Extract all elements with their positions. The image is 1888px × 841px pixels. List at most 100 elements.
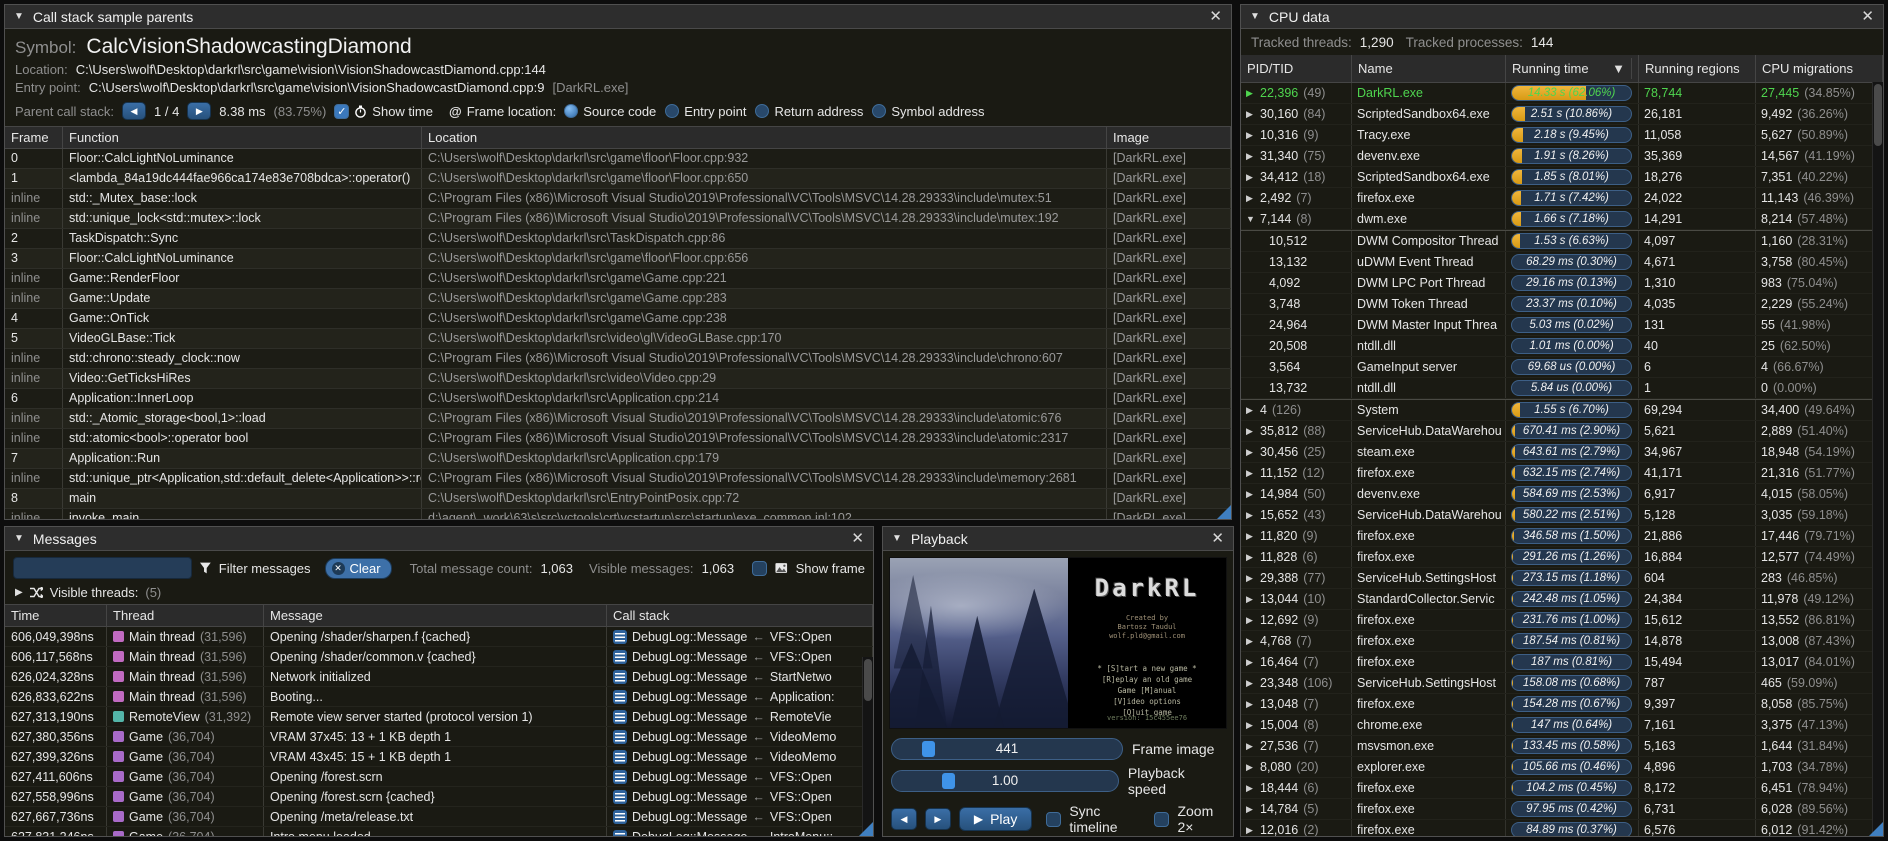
cpu-process-row[interactable]: ▶22,396(49)DarkRL.exe14.33 s (62.06%)78,… <box>1241 83 1883 104</box>
message-row[interactable]: 627,411,606nsGame(36,704)Opening /forest… <box>5 767 873 787</box>
cpu-process-row[interactable]: ▶4,768(7)firefox.exe187.54 ms (0.81%)14,… <box>1241 631 1883 652</box>
frame-location-option[interactable]: Return address <box>755 104 863 119</box>
callstack-row[interactable]: inlineinvoke_maind:\agent\_work\63\s\src… <box>5 509 1231 520</box>
callstack-row[interactable]: inlinestd::unique_ptr<Application,std::d… <box>5 469 1231 489</box>
messages-scrollbar[interactable] <box>862 657 873 834</box>
cpu-process-row[interactable]: ▶12,692(9)firefox.exe231.76 ms (1.00%)15… <box>1241 610 1883 631</box>
sync-timeline-checkbox[interactable] <box>1046 812 1061 827</box>
column-header[interactable]: CPU migrations <box>1756 55 1883 82</box>
radio-button[interactable] <box>564 104 578 118</box>
close-icon[interactable]: ✕ <box>1861 9 1874 24</box>
radio-button[interactable] <box>665 104 679 118</box>
cpu-process-row[interactable]: ▶15,652(43)ServiceHub.DataWarehou580.22 … <box>1241 505 1883 526</box>
cpu-process-row[interactable]: ▶34,412(18)ScriptedSandbox64.exe1.85 s (… <box>1241 167 1883 188</box>
cpu-process-row[interactable]: ▶8,080(20)explorer.exe105.66 ms (0.46%)4… <box>1241 757 1883 778</box>
expand-icon[interactable]: ▶ <box>1246 573 1255 584</box>
callstack-cell[interactable]: DebugLog::Message←VFS::Open <box>607 767 873 786</box>
expand-icon[interactable]: ▶ <box>1246 552 1255 563</box>
scrollbar-thumb[interactable] <box>1874 84 1882 146</box>
cpu-process-row[interactable]: ▶14,984(50)devenv.exe584.69 ms (2.53%)6,… <box>1241 484 1883 505</box>
playback-speed-slider[interactable]: 1.00 <box>891 770 1119 792</box>
message-row[interactable]: 606,049,398nsMain thread(31,596)Opening … <box>5 627 873 647</box>
resize-handle[interactable] <box>1217 505 1231 519</box>
collapse-icon[interactable]: ▼ <box>14 11 24 22</box>
cpu-process-row[interactable]: ▶27,536(7)msvsmon.exe133.45 ms (0.58%)5,… <box>1241 736 1883 757</box>
cpu-process-row[interactable]: ▶23,348(106)ServiceHub.SettingsHost158.0… <box>1241 673 1883 694</box>
expand-icon[interactable]: ▶ <box>1246 783 1255 794</box>
column-header[interactable]: Name <box>1352 55 1506 82</box>
callstack-row[interactable]: inlinestd::unique_lock<std::mutex>::lock… <box>5 209 1231 229</box>
cpu-process-row[interactable]: ▶14,784(5)firefox.exe97.95 ms (0.42%)6,7… <box>1241 799 1883 820</box>
zoom-2x-checkbox[interactable] <box>1154 812 1169 827</box>
callstack-row[interactable]: 6Application::InnerLoopC:\Users\wolf\Des… <box>5 389 1231 409</box>
callstack-row[interactable]: 2TaskDispatch::SyncC:\Users\wolf\Desktop… <box>5 229 1231 249</box>
cpu-process-row[interactable]: ▼7,144(8)dwm.exe1.66 s (7.18%)14,2918,21… <box>1241 209 1883 230</box>
radio-button[interactable] <box>755 104 769 118</box>
cpu-process-row[interactable]: ▶11,820(9)firefox.exe346.58 ms (1.50%)21… <box>1241 526 1883 547</box>
message-row[interactable]: 627,558,996nsGame(36,704)Opening /forest… <box>5 787 873 807</box>
next-frame-button[interactable]: ▶ <box>925 808 951 830</box>
expand-icon[interactable]: ▶ <box>1246 720 1255 731</box>
callstack-row[interactable]: inlineVideo::GetTicksHiResC:\Users\wolf\… <box>5 369 1231 389</box>
cpu-process-row[interactable]: ▶31,340(75)devenv.exe1.91 s (8.26%)35,36… <box>1241 146 1883 167</box>
frame-location-option[interactable]: Symbol address <box>872 104 984 119</box>
expand-icon[interactable]: ▶ <box>15 587 23 598</box>
scrollbar-thumb[interactable] <box>864 659 872 701</box>
expand-icon[interactable]: ▶ <box>1246 405 1255 416</box>
radio-button[interactable] <box>872 104 886 118</box>
show-time-checkbox[interactable]: ✓ <box>334 104 349 119</box>
cpu-process-row[interactable]: ▶13,044(10)StandardCollector.Servic242.4… <box>1241 589 1883 610</box>
cpu-process-row[interactable]: ▶35,812(88)ServiceHub.DataWarehou670.41 … <box>1241 421 1883 442</box>
callstack-cell[interactable]: DebugLog::Message←RemoteVie <box>607 707 873 726</box>
show-frame-checkbox[interactable] <box>752 561 767 576</box>
callstack-row[interactable]: 3Floor::CalcLightNoLuminanceC:\Users\wol… <box>5 249 1231 269</box>
expand-icon[interactable]: ▶ <box>1246 130 1255 141</box>
cpu-process-row[interactable]: ▶10,316(9)Tracy.exe2.18 s (9.45%)11,0585… <box>1241 125 1883 146</box>
message-row[interactable]: 627,380,356nsGame(36,704)VRAM 37x45: 13 … <box>5 727 873 747</box>
callstack-cell[interactable]: DebugLog::Message←IntroMenu:: <box>607 827 873 837</box>
collapse-icon[interactable]: ▼ <box>1250 11 1260 22</box>
callstack-cell[interactable]: DebugLog::Message←VideoMemo <box>607 747 873 766</box>
expand-icon[interactable]: ▶ <box>1246 657 1255 668</box>
cpu-process-row[interactable]: 13,132uDWM Event Thread68.29 ms (0.30%)4… <box>1241 252 1883 273</box>
visible-threads-row[interactable]: ▶ Visible threads: (5) <box>5 583 873 604</box>
expand-icon[interactable]: ▶ <box>1246 109 1255 120</box>
filter-input[interactable] <box>13 557 192 579</box>
callstack-cell[interactable]: DebugLog::Message←VFS::Open <box>607 647 873 666</box>
cpu-process-row[interactable]: ▶11,828(6)firefox.exe291.26 ms (1.26%)16… <box>1241 547 1883 568</box>
callstack-cell[interactable]: DebugLog::Message←VFS::Open <box>607 807 873 826</box>
expand-icon[interactable]: ▶ <box>1246 678 1255 689</box>
frame-image-slider[interactable]: 441 <box>891 738 1123 760</box>
resize-handle[interactable] <box>859 822 873 836</box>
expand-icon[interactable]: ▶ <box>1246 531 1255 542</box>
expand-icon[interactable]: ▶ <box>1246 741 1255 752</box>
cpu-process-row[interactable]: ▶12,016(2)firefox.exe84.89 ms (0.37%)6,5… <box>1241 820 1883 837</box>
close-icon[interactable]: ✕ <box>1211 531 1224 546</box>
expand-icon[interactable]: ▶ <box>1246 594 1255 605</box>
callstack-cell[interactable]: DebugLog::Message←StartNetwo <box>607 667 873 686</box>
callstack-cell[interactable]: DebugLog::Message←Application: <box>607 687 873 706</box>
expand-icon[interactable]: ▶ <box>1246 193 1255 204</box>
cpu-process-row[interactable]: 3,564GameInput server69.68 us (0.00%)64(… <box>1241 357 1883 378</box>
callstack-cell[interactable]: DebugLog::Message←VFS::Open <box>607 627 873 646</box>
callstack-row[interactable]: 7Application::RunC:\Users\wolf\Desktop\d… <box>5 449 1231 469</box>
callstack-row[interactable]: 0Floor::CalcLightNoLuminanceC:\Users\wol… <box>5 149 1231 169</box>
callstack-row[interactable]: inlineGame::RenderFloorC:\Users\wolf\Des… <box>5 269 1231 289</box>
expand-icon[interactable]: ▶ <box>1246 762 1255 773</box>
cpu-process-row[interactable]: ▶16,464(7)firefox.exe187 ms (0.81%)15,49… <box>1241 652 1883 673</box>
message-row[interactable]: 626,024,328nsMain thread(31,596)Network … <box>5 667 873 687</box>
callstack-row[interactable]: 5VideoGLBase::TickC:\Users\wolf\Desktop\… <box>5 329 1231 349</box>
callstack-row[interactable]: inlinestd::chrono::steady_clock::nowC:\P… <box>5 349 1231 369</box>
callstack-cell[interactable]: DebugLog::Message←VFS::Open <box>607 787 873 806</box>
expand-icon[interactable]: ▶ <box>1246 636 1255 647</box>
expand-icon[interactable]: ▶ <box>1246 699 1255 710</box>
callstack-row[interactable]: inlineGame::UpdateC:\Users\wolf\Desktop\… <box>5 289 1231 309</box>
frame-location-option[interactable]: Entry point <box>665 104 746 119</box>
cpu-process-row[interactable]: ▶15,004(8)chrome.exe147 ms (0.64%)7,1613… <box>1241 715 1883 736</box>
cpu-process-row[interactable]: 4,092DWM LPC Port Thread29.16 ms (0.13%)… <box>1241 273 1883 294</box>
collapse-icon[interactable]: ▼ <box>892 533 902 544</box>
expand-icon[interactable]: ▶ <box>1246 468 1255 479</box>
cpu-process-row[interactable]: ▶4(126)System1.55 s (6.70%)69,29434,400(… <box>1241 399 1883 421</box>
cpu-process-row[interactable]: ▶29,388(77)ServiceHub.SettingsHost273.15… <box>1241 568 1883 589</box>
column-header[interactable]: Running time▼ <box>1506 55 1639 82</box>
